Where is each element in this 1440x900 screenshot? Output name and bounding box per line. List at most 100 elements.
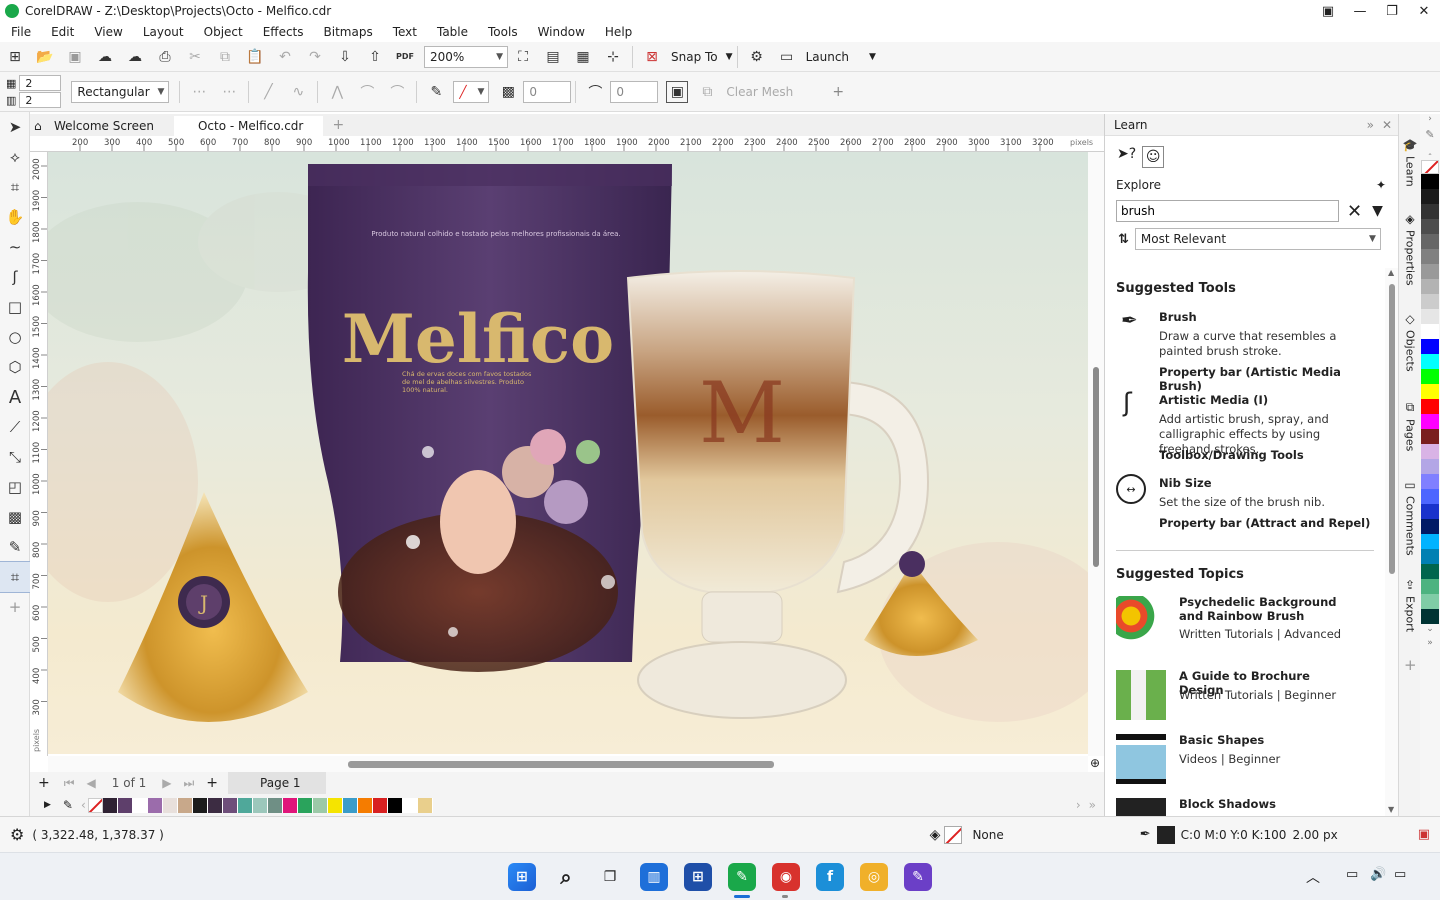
color-swatch[interactable] xyxy=(312,797,328,813)
color-swatch[interactable] xyxy=(252,797,268,813)
add-tool-icon[interactable]: + xyxy=(0,592,30,622)
to-line-icon[interactable]: ╱ xyxy=(257,81,279,103)
color-swatch[interactable] xyxy=(1421,309,1439,324)
cut-icon[interactable]: ✂ xyxy=(184,46,206,68)
chevron-down-icon[interactable]: ▼ xyxy=(726,52,733,62)
crop-tool-icon[interactable]: ⌗ xyxy=(0,172,30,202)
color-swatch[interactable] xyxy=(1421,189,1439,204)
pick-tool-icon[interactable]: ➤ xyxy=(0,112,30,142)
color-swatch[interactable] xyxy=(1421,474,1439,489)
menu-window[interactable]: Window xyxy=(538,25,585,39)
color-swatch[interactable] xyxy=(1421,534,1439,549)
color-swatch[interactable] xyxy=(1421,519,1439,534)
scroll-thumb[interactable] xyxy=(348,761,774,768)
status-settings-icon[interactable]: ⚙ xyxy=(10,825,24,844)
transparency-input[interactable]: 0 xyxy=(523,80,572,103)
add-page-after-icon[interactable]: + xyxy=(206,775,218,791)
tool-title[interactable]: Artistic Media (I) xyxy=(1159,393,1268,407)
color-swatch[interactable] xyxy=(327,797,343,813)
chevron-down-icon[interactable]: ▼ xyxy=(869,52,876,62)
color-swatch[interactable] xyxy=(282,797,298,813)
topic-title[interactable]: Basic Shapes xyxy=(1179,733,1264,747)
tool-location-link[interactable]: Property bar (Artistic Media Brush) xyxy=(1159,365,1385,393)
menu-bitmaps[interactable]: Bitmaps xyxy=(324,25,373,39)
color-eyedropper-icon[interactable]: ✎ xyxy=(0,532,30,562)
color-swatch[interactable] xyxy=(1421,369,1439,384)
color-swatch[interactable] xyxy=(387,797,403,813)
color-swatch[interactable] xyxy=(102,797,118,813)
palette-scroll-down-icon[interactable]: ⌄ xyxy=(1420,624,1440,638)
palette-scroll-left-icon[interactable]: ‹ xyxy=(81,798,86,812)
next-page-icon[interactable]: ▶ xyxy=(162,776,171,790)
color-swatch[interactable] xyxy=(417,797,433,813)
coreldraw-app-icon[interactable]: ✎ xyxy=(728,863,756,891)
horizontal-scrollbar[interactable]: ⊕ xyxy=(48,756,1100,772)
smoothness-input[interactable]: 0 xyxy=(610,80,659,103)
delete-node-icon[interactable]: ⋯ xyxy=(218,81,240,103)
color-swatch[interactable] xyxy=(1421,204,1439,219)
save-icon[interactable]: ▣ xyxy=(64,46,86,68)
menu-view[interactable]: View xyxy=(94,25,122,39)
color-swatch[interactable] xyxy=(222,797,238,813)
horizontal-ruler[interactable]: 200 300 400 500 600 700 800 900 1000 1100 1200 1300… xyxy=(30,136,1104,152)
color-swatch[interactable] xyxy=(1421,414,1439,429)
scroll-down-icon[interactable]: ▼ xyxy=(1388,805,1394,814)
tab-octo-melfico[interactable]: Octo - Melfico.cdr xyxy=(173,116,324,136)
eyedropper-icon[interactable]: ✎ xyxy=(63,798,73,812)
scroll-thumb[interactable] xyxy=(1389,284,1395,574)
columns-input[interactable]: 2 xyxy=(19,92,62,108)
corel-capture-icon[interactable]: ◎ xyxy=(860,863,888,891)
palette-scroll-right-icon[interactable]: › xyxy=(1076,798,1081,812)
network-icon[interactable]: ▭ xyxy=(1346,867,1358,882)
color-swatch[interactable] xyxy=(162,797,178,813)
color-proof-icon[interactable]: ▣ xyxy=(1418,827,1430,842)
color-swatch[interactable] xyxy=(357,797,373,813)
color-swatch[interactable] xyxy=(342,797,358,813)
new-document-icon[interactable]: ⊞ xyxy=(4,46,26,68)
menu-tools[interactable]: Tools xyxy=(488,25,518,39)
color-swatch[interactable] xyxy=(192,797,208,813)
curve-smoothness-icon[interactable]: ⌒ xyxy=(584,81,606,103)
redo-icon[interactable]: ↷ xyxy=(304,46,326,68)
start-icon[interactable]: ⊞ xyxy=(508,863,536,891)
selection-mode-combo[interactable]: Rectangular ▼ xyxy=(71,80,170,103)
add-toolbar-icon[interactable]: + xyxy=(827,81,849,103)
sort-combo[interactable]: Most Relevant ▼ xyxy=(1134,228,1381,250)
cloud-download-icon[interactable]: ☁ xyxy=(94,46,116,68)
dimension-tool-icon[interactable]: ⟋ xyxy=(0,412,30,442)
show-hidden-icons[interactable]: ︿ xyxy=(1306,867,1320,887)
to-curve-icon[interactable]: ∿ xyxy=(287,81,309,103)
scroll-thumb[interactable] xyxy=(1093,367,1099,567)
transparency-tool-icon[interactable]: ▩ xyxy=(0,502,30,532)
color-swatch[interactable] xyxy=(1421,489,1439,504)
symmetric-node-icon[interactable]: ⌒ xyxy=(386,81,408,103)
task-view-icon[interactable]: ❐ xyxy=(596,863,624,891)
color-swatch[interactable] xyxy=(1421,459,1439,474)
mesh-fill-color[interactable]: ╱ ▼ xyxy=(453,80,490,103)
scroll-up-icon[interactable]: ▲ xyxy=(1388,268,1394,277)
color-swatch[interactable] xyxy=(1421,399,1439,414)
alignment-guides-icon[interactable]: ⊠ xyxy=(641,46,663,68)
show-grid-icon[interactable]: ▦ xyxy=(572,46,594,68)
color-swatch[interactable] xyxy=(1421,174,1439,189)
color-swatch[interactable] xyxy=(1421,429,1439,444)
tab-learn[interactable]: 🎓 Learn xyxy=(1399,138,1421,187)
rectangle-tool-icon[interactable]: □ xyxy=(0,292,30,322)
palette-expand-icon[interactable]: » xyxy=(1420,638,1440,652)
topic-thumbnail[interactable] xyxy=(1116,670,1166,720)
color-swatch[interactable] xyxy=(1421,594,1439,609)
menu-object[interactable]: Object xyxy=(204,25,243,39)
shape-tool-icon[interactable]: ⟡ xyxy=(0,142,30,172)
menu-table[interactable]: Table xyxy=(437,25,468,39)
widgets-icon[interactable]: ▥ xyxy=(640,863,668,891)
palette-scroll-up-icon[interactable]: › xyxy=(1420,114,1440,128)
smooth-mesh-color-icon[interactable]: ▣ xyxy=(666,80,689,103)
vertical-scrollbar[interactable] xyxy=(1088,152,1104,756)
ellipse-tool-icon[interactable]: ○ xyxy=(0,322,30,352)
cloud-upload-icon[interactable]: ☁ xyxy=(124,46,146,68)
connector-tool-icon[interactable]: ⤡ xyxy=(0,442,30,472)
topic-title[interactable]: Block Shadows xyxy=(1179,797,1276,811)
freehand-tool-icon[interactable]: ∼ xyxy=(0,232,30,262)
menu-help[interactable]: Help xyxy=(605,25,632,39)
tab-objects[interactable]: ◇ Objects xyxy=(1399,312,1421,372)
